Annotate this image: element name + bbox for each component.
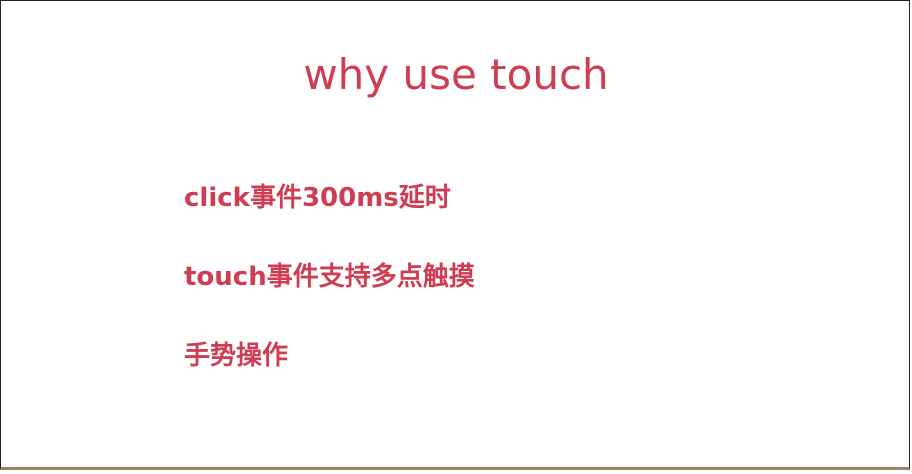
bullet-list: click事件300ms延时 touch事件支持多点触摸 手势操作 xyxy=(184,178,475,415)
slide: why use touch click事件300ms延时 touch事件支持多点… xyxy=(0,0,910,470)
bullet-item-multi-touch: touch事件支持多点触摸 xyxy=(184,262,475,292)
bullet-item-gestures: 手势操作 xyxy=(184,341,289,371)
slide-title: why use touch xyxy=(303,50,609,99)
bullet-item-click-delay: click事件300ms延时 xyxy=(184,183,451,213)
